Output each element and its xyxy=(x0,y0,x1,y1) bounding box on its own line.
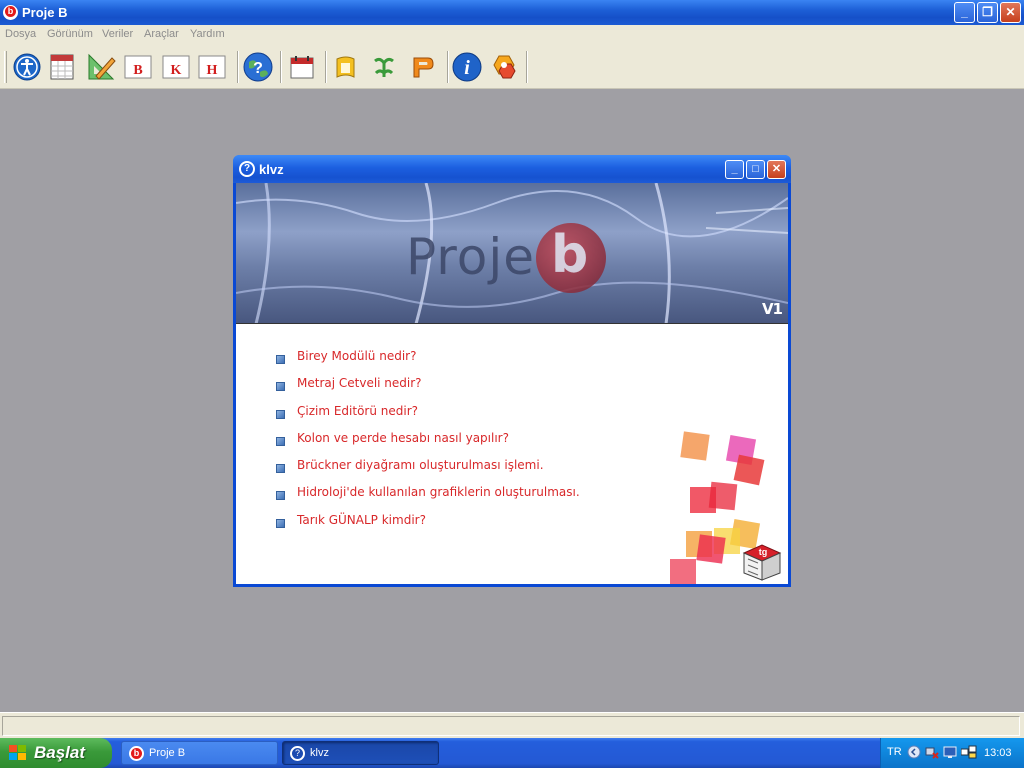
bullet-icon xyxy=(276,382,285,392)
link-hidroloji[interactable]: Hidroloji'de kullanılan grafiklerin oluş… xyxy=(276,485,580,512)
help-links-list: Birey Modülü nedir? Metraj Cetveli nedir… xyxy=(276,349,580,540)
klvz-dialog: ? klvz _ □ ✕ Proje b V1 Birey Modülü ned… xyxy=(233,155,791,587)
tray-clock[interactable]: 13:03 xyxy=(984,747,1012,759)
menu-dosya[interactable]: Dosya xyxy=(5,28,36,40)
accessibility-icon[interactable] xyxy=(11,51,43,83)
task-label: Proje B xyxy=(149,747,186,759)
status-panel xyxy=(2,716,1020,736)
dialog-titlebar: ? klvz _ □ ✕ xyxy=(233,155,791,183)
app-title: Proje B xyxy=(22,5,68,20)
link-birey-modulu[interactable]: Birey Modülü nedir? xyxy=(276,349,580,376)
toolbar-separator xyxy=(280,51,282,83)
hexagon-logo-icon[interactable] xyxy=(488,51,520,83)
toolbar-separator xyxy=(526,51,528,83)
status-bar xyxy=(0,712,1024,738)
bullet-icon xyxy=(276,491,285,501)
yellow-module-icon[interactable] xyxy=(330,51,362,83)
green-module-icon[interactable] xyxy=(368,51,400,83)
version-label: V1 xyxy=(761,300,783,318)
minimize-button[interactable]: _ xyxy=(954,2,975,23)
menu-gorunum[interactable]: Görünüm xyxy=(47,28,93,40)
toolbar-separator xyxy=(325,51,327,83)
bullet-icon xyxy=(276,464,285,474)
task-label: klvz xyxy=(310,747,329,759)
language-indicator[interactable]: TR xyxy=(887,746,902,758)
orange-module-icon[interactable] xyxy=(406,51,438,83)
toolbar: B K H ? i xyxy=(0,45,1024,89)
windows-flag-icon xyxy=(9,745,27,761)
dialog-close-button[interactable]: ✕ xyxy=(767,160,786,179)
tg-box-icon: tg xyxy=(742,544,782,581)
start-button[interactable]: Başlat xyxy=(0,738,112,768)
k-module-icon[interactable]: K xyxy=(160,51,192,83)
ruler-pencil-icon[interactable] xyxy=(85,51,117,83)
h-module-icon[interactable]: H xyxy=(196,51,228,83)
proje-b-banner: Proje b V1 xyxy=(236,183,788,324)
bullet-icon xyxy=(276,436,285,446)
menu-bar: Dosya Görünüm Veriler Araçlar Yardım xyxy=(0,25,1024,45)
b-module-icon[interactable]: B xyxy=(122,51,154,83)
info-icon[interactable]: i xyxy=(451,51,483,83)
start-label: Başlat xyxy=(34,743,86,762)
k-letter: K xyxy=(171,63,182,78)
h-letter: H xyxy=(207,63,218,78)
menu-yardim[interactable]: Yardım xyxy=(190,28,225,40)
taskbar: Başlat b Proje B ? klvz TR 13:03 xyxy=(0,738,1024,768)
link-cizim-editoru[interactable]: Çizim Editörü nedir? xyxy=(276,404,580,431)
dialog-maximize-button[interactable]: □ xyxy=(746,160,765,179)
svg-text:i: i xyxy=(464,57,470,79)
link-kolon-perde[interactable]: Kolon ve perde hesabı nasıl yapılır? xyxy=(276,431,580,458)
proje-b-task-icon: b xyxy=(129,746,144,761)
b-letter: B xyxy=(133,63,142,78)
dialog-body: Proje b V1 Birey Modülü nedir? Metraj Ce… xyxy=(236,183,788,584)
calendar-icon[interactable] xyxy=(286,51,318,83)
menu-araclar[interactable]: Araçlar xyxy=(144,28,179,40)
link-metraj-cetveli[interactable]: Metraj Cetveli nedir? xyxy=(276,376,580,403)
close-button[interactable]: ✕ xyxy=(1000,2,1021,23)
dialog-title: klvz xyxy=(259,162,284,177)
link-tarik-gunalp[interactable]: Tarık GÜNALP kimdir? xyxy=(276,513,580,540)
tray-expand-icon[interactable] xyxy=(907,745,921,759)
banner-logo-b: b xyxy=(536,223,606,293)
menu-veriler[interactable]: Veriler xyxy=(102,28,133,40)
help-icon: ? xyxy=(239,161,255,177)
help-task-icon: ? xyxy=(290,746,305,761)
tg-badge-text: tg xyxy=(759,547,768,557)
system-tray: TR 13:03 xyxy=(880,738,1024,768)
bullet-icon xyxy=(276,355,285,364)
svg-text:?: ? xyxy=(253,60,263,77)
dialog-minimize-button[interactable]: _ xyxy=(725,160,744,179)
restore-button[interactable]: ❐ xyxy=(977,2,998,23)
monitor-icon[interactable] xyxy=(943,745,957,759)
app-titlebar: Proje B _ ❐ ✕ xyxy=(0,0,1024,25)
network-icon[interactable] xyxy=(960,745,977,759)
task-proje-b[interactable]: b Proje B xyxy=(121,741,278,765)
proje-b-app-icon xyxy=(3,5,18,20)
bullet-icon xyxy=(276,409,285,419)
link-bruckner[interactable]: Brückner diyağramı oluşturulması işlemi. xyxy=(276,458,580,485)
bullet-icon xyxy=(276,518,285,528)
spreadsheet-icon[interactable] xyxy=(46,51,78,83)
help-globe-icon[interactable]: ? xyxy=(242,51,274,83)
toolbar-grip xyxy=(4,51,7,83)
task-klvz[interactable]: ? klvz xyxy=(282,741,439,765)
toolbar-separator xyxy=(237,51,239,83)
toolbar-separator xyxy=(447,51,449,83)
network-disconnected-icon[interactable] xyxy=(925,745,939,759)
banner-logo-text: Proje xyxy=(406,228,535,286)
